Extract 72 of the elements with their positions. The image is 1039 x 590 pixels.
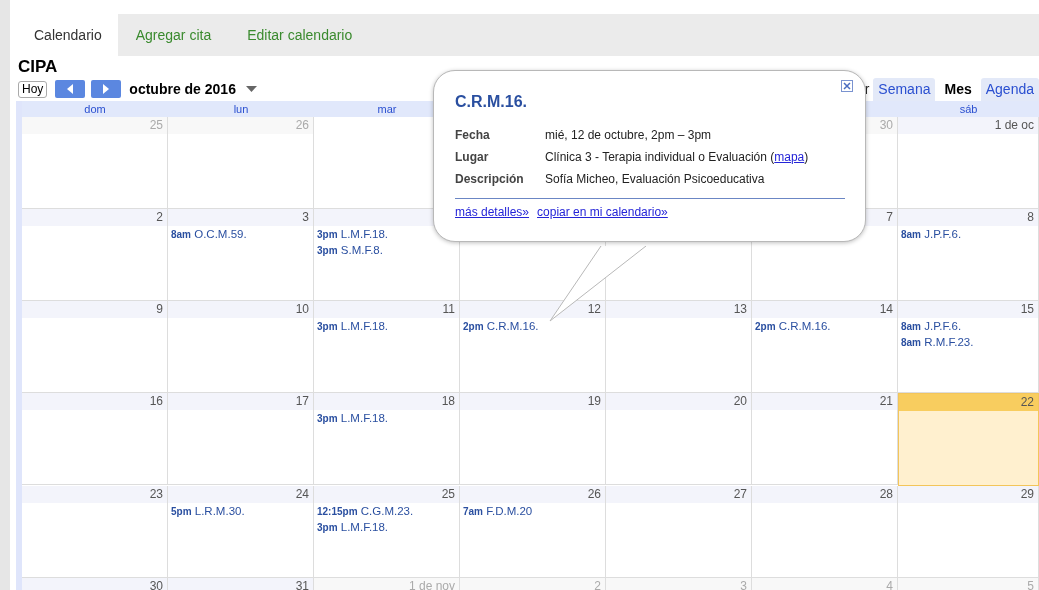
tab[interactable]: Calendario [18, 14, 118, 56]
field-label: Descripción [455, 172, 525, 188]
day-number: 14 [879, 302, 893, 316]
day-number: 2 [156, 210, 163, 224]
day-number: 19 [587, 394, 601, 408]
event-entry[interactable]: 8am J.P.F.6. [898, 318, 1038, 334]
event-entry[interactable]: 3pm L.M.F.18. [314, 318, 459, 334]
day-number: 12 [587, 302, 601, 316]
day-number: 26 [587, 487, 601, 501]
day-number: 27 [733, 487, 747, 501]
field-value: Clínica 3 - Terapia individual o Evaluación (mapa) [545, 150, 809, 166]
day-number: 20 [733, 394, 747, 408]
view-tab[interactable]: Agenda [980, 78, 1039, 101]
day-number: 25 [149, 118, 163, 132]
day-number: 21 [879, 394, 893, 408]
event-entry[interactable]: 8am R.M.F.23. [898, 334, 1038, 350]
event-entry[interactable]: 12:15pm C.G.M.23. [314, 503, 459, 519]
day-number: 31 [295, 579, 309, 590]
day-number: 25 [441, 487, 455, 501]
day-number: 3 [302, 210, 309, 224]
event-entry[interactable]: 3pm L.M.F.18. [314, 410, 459, 426]
map-link[interactable]: mapa [774, 150, 805, 164]
day-number: 13 [733, 302, 747, 316]
field-value: mié, 12 de octubre, 2pm – 3pm [545, 128, 712, 144]
calendar-title: CIPA [18, 57, 59, 77]
popup-link[interactable]: copiar en mi calendario» [537, 205, 668, 219]
weekday-label: mar [377, 103, 397, 115]
day-number: 4 [886, 579, 893, 590]
day-number: 24 [295, 487, 309, 501]
event-entry[interactable]: 3pm S.M.F.8. [314, 242, 459, 258]
day-number: 1 de oc [994, 118, 1034, 132]
day-number: 11 [442, 302, 455, 316]
event-entry[interactable]: 2pm C.R.M.16. [460, 318, 605, 334]
day-number: 30 [879, 118, 893, 132]
view-tab-fragment[interactable]: r [864, 81, 870, 101]
day-number: 1 de nov [408, 579, 455, 590]
day-number: 8 [1027, 210, 1034, 224]
event-entry[interactable]: 3pm L.M.F.18. [314, 519, 459, 535]
event-entry[interactable]: 8am O.C.M.59. [168, 226, 313, 242]
event-entry[interactable]: 2pm C.R.M.16. [752, 318, 897, 334]
day-number: 16 [149, 394, 163, 408]
field-label: Lugar [455, 150, 490, 166]
day-number: 17 [295, 394, 309, 408]
event-title: C.R.M.16. [455, 93, 528, 111]
popup-link[interactable]: más detalles» [455, 205, 530, 219]
month-title: octubre de 2016 [129, 81, 236, 97]
day-number: 7 [886, 210, 893, 224]
tab[interactable]: Editar calendario [229, 14, 371, 56]
event-entry[interactable]: 5pm L.R.M.30. [168, 503, 313, 519]
field-label: Fecha [455, 128, 491, 144]
day-number: 23 [149, 487, 163, 501]
day-number: 26 [295, 118, 309, 132]
day-number: 18 [441, 394, 455, 408]
day-number: 10 [295, 302, 309, 316]
weekday-label: dom [84, 103, 106, 115]
weekday-label: sáb [959, 103, 978, 115]
weekday-label: lun [233, 103, 249, 115]
day-number: 2 [594, 579, 601, 590]
event-entry[interactable]: 7am F.D.M.20 [460, 503, 605, 519]
day-number: 22 [1020, 395, 1034, 409]
event-entry[interactable]: 8am J.P.F.6. [898, 226, 1038, 242]
day-number: 15 [1020, 302, 1034, 316]
today-button[interactable]: Hoy [18, 80, 48, 98]
day-number: 3 [740, 579, 747, 590]
day-number: 5 [1027, 579, 1034, 590]
field-value: Sofía Micheo, Evaluación Psicoeducativa [545, 172, 765, 188]
day-number: 30 [149, 579, 163, 590]
day-number: 29 [1020, 487, 1034, 501]
day-number: 28 [879, 487, 893, 501]
view-tab[interactable]: Semana [873, 78, 936, 101]
tab[interactable]: Agregar cita [117, 14, 230, 56]
day-number: 9 [156, 302, 163, 316]
